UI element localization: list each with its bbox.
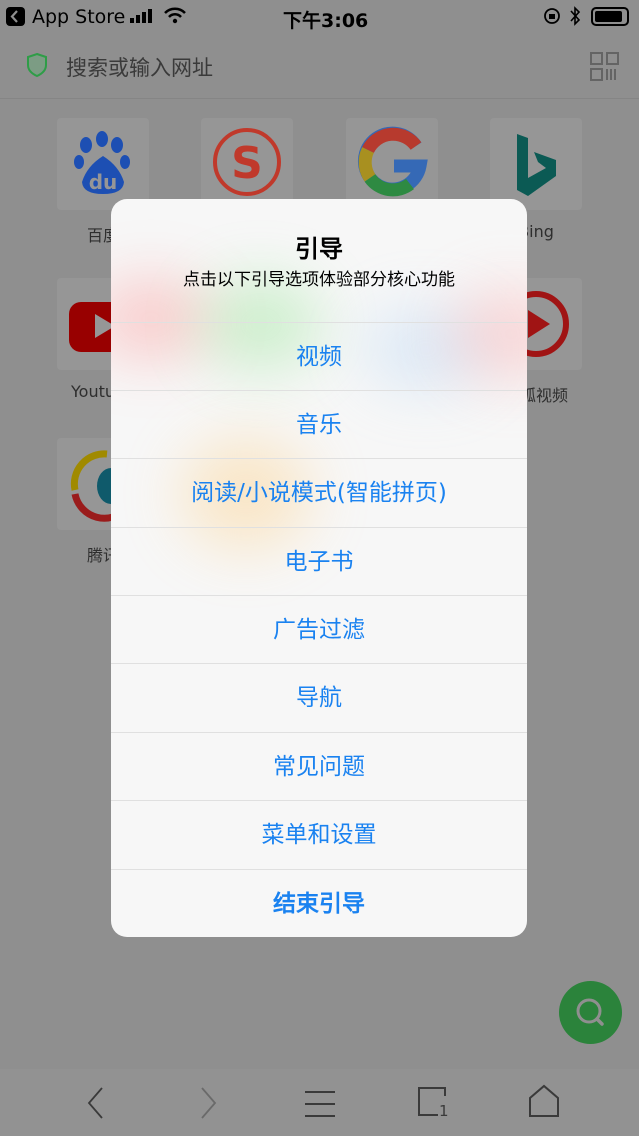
- option-reading-mode[interactable]: 阅读/小说模式(智能拼页): [111, 458, 527, 526]
- option-navigation[interactable]: 导航: [111, 663, 527, 731]
- dialog-subtitle: 点击以下引导选项体验部分核心功能: [183, 270, 455, 290]
- shield-icon: [27, 52, 47, 78]
- bottom-toolbar: 1: [0, 1069, 639, 1136]
- baidu-icon: du: [74, 131, 130, 194]
- tabs-button[interactable]: 1: [417, 1086, 449, 1122]
- speed-dial-bing[interactable]: [490, 118, 582, 210]
- option-ad-filter[interactable]: 广告过滤: [111, 595, 527, 663]
- option-ebook[interactable]: 电子书: [111, 527, 527, 595]
- option-menu-settings[interactable]: 菜单和设置: [111, 800, 527, 868]
- back-app-label[interactable]: App Store: [32, 6, 125, 28]
- speed-dial-google[interactable]: [346, 118, 438, 210]
- bing-icon: [517, 134, 556, 196]
- back-icon[interactable]: [86, 1086, 106, 1120]
- speed-dial-baidu[interactable]: du: [57, 118, 149, 210]
- qr-scan-icon[interactable]: [590, 52, 620, 82]
- address-bar[interactable]: 搜索或输入网址: [0, 34, 639, 99]
- svg-text:S: S: [231, 138, 263, 189]
- bluetooth-icon: [570, 6, 581, 26]
- option-video[interactable]: 视频: [111, 322, 527, 390]
- forward-icon[interactable]: [198, 1086, 218, 1120]
- speed-dial-sohu[interactable]: S: [201, 118, 293, 210]
- option-music[interactable]: 音乐: [111, 390, 527, 458]
- signal-icon: [130, 9, 152, 23]
- sohu-icon: S: [213, 128, 281, 196]
- status-bar: App Store 下午3:06: [0, 0, 639, 34]
- home-icon[interactable]: [528, 1084, 560, 1118]
- end-guide-button[interactable]: 结束引导: [111, 869, 527, 937]
- option-faq[interactable]: 常见问题: [111, 732, 527, 800]
- battery-icon: [591, 7, 629, 26]
- clock: 下午3:06: [283, 10, 369, 32]
- search-icon: [576, 998, 604, 1026]
- back-app-icon[interactable]: [6, 7, 25, 26]
- menu-icon[interactable]: [304, 1089, 336, 1119]
- google-icon: [357, 126, 428, 197]
- tab-count: 1: [439, 1102, 449, 1120]
- dialog-title: 引导: [295, 235, 343, 263]
- address-input[interactable]: 搜索或输入网址: [66, 52, 213, 82]
- wifi-icon: [164, 7, 186, 24]
- orientation-lock-icon: [544, 8, 560, 24]
- guide-dialog: 引导 点击以下引导选项体验部分核心功能 视频 音乐 阅读/小说模式(智能拼页) …: [111, 199, 527, 937]
- search-fab[interactable]: [559, 981, 622, 1044]
- svg-text:du: du: [89, 170, 118, 194]
